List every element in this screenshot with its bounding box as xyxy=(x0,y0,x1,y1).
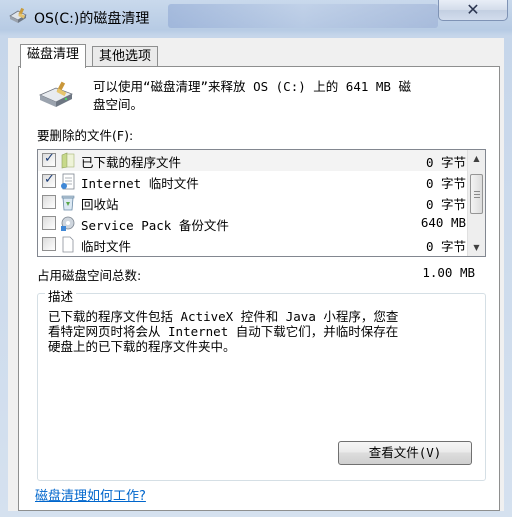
cleanup-intro-text: 可以使用“磁盘清理”来释放 OS (C:) 上的 641 MB 磁 盘空间。 xyxy=(93,79,411,112)
file-name: 已下载的程序文件 xyxy=(81,155,182,170)
drive-cleanup-icon xyxy=(39,81,73,107)
tab-label: 磁盘清理 xyxy=(27,47,80,62)
file-name: Service Pack 备份文件 xyxy=(81,218,229,233)
list-item[interactable]: Internet 临时文件 0 字节 xyxy=(38,171,468,192)
disk-cleanup-icon xyxy=(9,7,27,23)
close-icon: ✕ xyxy=(466,0,480,19)
service-pack-icon xyxy=(61,216,75,231)
list-item[interactable]: 已下载的程序文件 0 字节 xyxy=(38,150,468,171)
file-size: 640 MB xyxy=(420,215,466,230)
scroll-up-arrow-icon[interactable]: ▲ xyxy=(468,150,485,167)
close-button[interactable]: ✕ xyxy=(438,0,508,21)
file-checkbox[interactable] xyxy=(42,216,56,230)
file-size: 0 字节 xyxy=(425,197,466,212)
description-group: 描述 已下载的程序文件包括 ActiveX 控件和 Java 小程序，您查 看特… xyxy=(37,286,486,481)
file-checkbox[interactable] xyxy=(42,151,56,167)
file-size: 0 字节 xyxy=(425,155,466,170)
file-checkbox[interactable] xyxy=(42,172,56,188)
window-title: OS(C:)的磁盘清理 xyxy=(34,11,150,27)
list-item[interactable]: 回收站 0 字节 xyxy=(38,192,468,213)
disk-cleanup-panel: 可以使用“磁盘清理”来释放 OS (C:) 上的 641 MB 磁 盘空间。 要… xyxy=(18,66,500,511)
blank-file-icon xyxy=(62,236,74,253)
list-scrollbar[interactable]: ▲ ▼ xyxy=(467,150,485,256)
list-item[interactable]: Service Pack 备份文件 640 MB xyxy=(38,213,468,234)
file-name: 回收站 xyxy=(81,197,119,212)
title-bar[interactable]: OS(C:)的磁盘清理 ✕ xyxy=(0,0,512,34)
view-files-button[interactable]: 查看文件(V) xyxy=(338,441,472,465)
files-to-delete-label: 要删除的文件(F): xyxy=(37,128,134,143)
title-bar-glass xyxy=(168,4,438,28)
file-name: 临时文件 xyxy=(81,239,132,254)
file-size: 0 字节 xyxy=(425,176,466,191)
folder-icon xyxy=(61,152,75,169)
files-to-delete-list[interactable]: 已下载的程序文件 0 字节 Internet 临时文件 0 字节 xyxy=(37,149,486,257)
dialog-client-area: 磁盘清理 其他选项 可以使用“磁盘清理”来释放 OS (C:) 上的 641 M… xyxy=(8,38,504,511)
file-checkbox[interactable] xyxy=(42,195,56,209)
tab-more-options[interactable]: 其他选项 xyxy=(92,46,159,68)
total-space-label: 占用磁盘空间总数: xyxy=(37,268,142,283)
recycle-bin-icon xyxy=(61,195,75,211)
disk-cleanup-window: OS(C:)的磁盘清理 ✕ 磁盘清理 其他选项 可以使用“磁盘清理”来释放 OS… xyxy=(0,0,512,517)
file-name: Internet 临时文件 xyxy=(81,176,199,191)
tab-label: 其他选项 xyxy=(99,49,152,64)
description-legend: 描述 xyxy=(45,286,77,305)
how-disk-cleanup-works-link[interactable]: 磁盘清理如何工作? xyxy=(35,485,146,504)
scroll-down-arrow-icon[interactable]: ▼ xyxy=(468,239,485,256)
scrollbar-thumb[interactable] xyxy=(470,174,483,214)
file-size: 0 字节 xyxy=(425,239,466,254)
description-text: 已下载的程序文件包括 ActiveX 控件和 Java 小程序，您查 看特定网页… xyxy=(48,309,399,354)
file-checkbox[interactable] xyxy=(42,237,56,251)
total-space-value: 1.00 MB xyxy=(422,265,475,280)
internet-file-icon xyxy=(61,173,75,190)
list-item[interactable]: 临时文件 0 字节 xyxy=(38,234,468,255)
tab-disk-cleanup[interactable]: 磁盘清理 xyxy=(20,44,87,68)
